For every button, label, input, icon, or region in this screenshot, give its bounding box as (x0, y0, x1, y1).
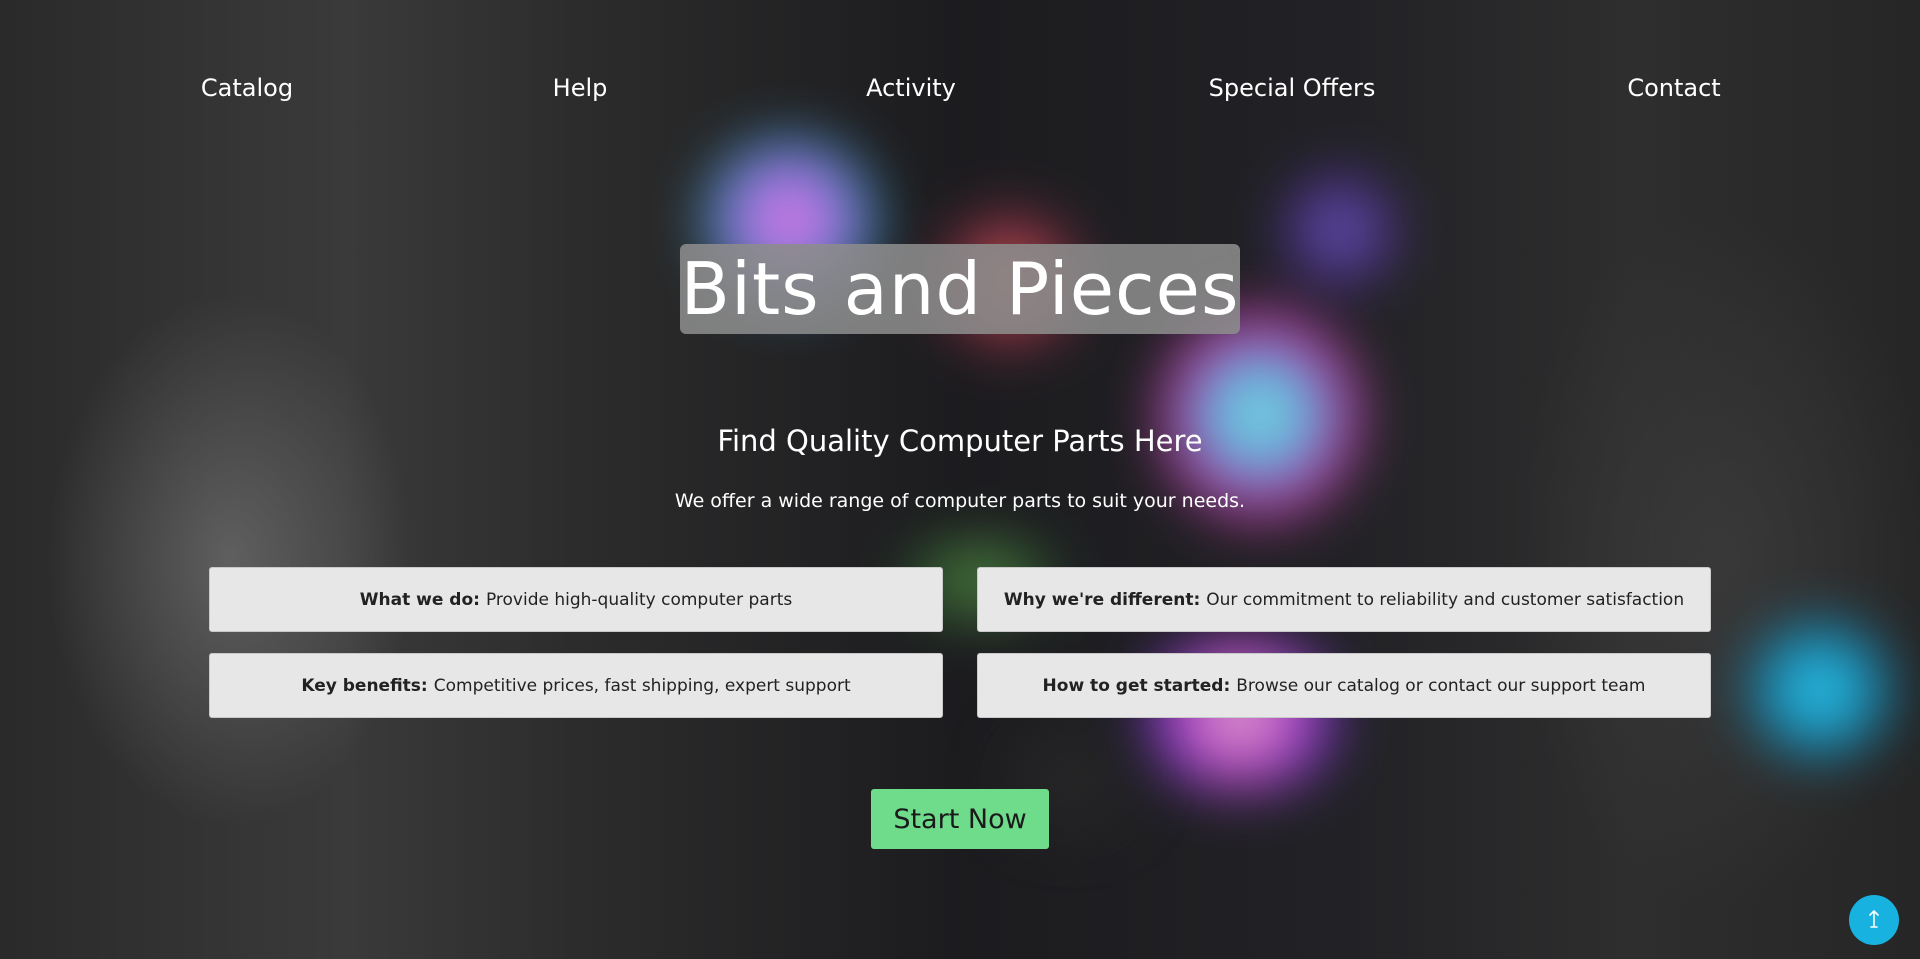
start-now-button[interactable]: Start Now (871, 789, 1049, 849)
feature-text: Browse our catalog or contact our suppor… (1236, 675, 1646, 696)
feature-card-what-we-do: What we do: Provide high-quality compute… (209, 567, 943, 632)
feature-card-key-benefits: Key benefits: Competitive prices, fast s… (209, 653, 943, 718)
arrow-up-icon (1867, 909, 1881, 932)
hero-subtitle: Find Quality Computer Parts Here (717, 424, 1203, 458)
page-title: Bits and Pieces (680, 244, 1240, 334)
background-glow (1280, 170, 1400, 290)
nav-link-contact[interactable]: Contact (1627, 68, 1720, 108)
feature-heading: Key benefits: (301, 675, 428, 696)
feature-text: Our commitment to reliability and custom… (1206, 589, 1685, 610)
feature-card-why-different: Why we're different: Our commitment to r… (977, 567, 1711, 632)
background-glow (1740, 620, 1900, 760)
nav-link-special-offers[interactable]: Special Offers (1209, 68, 1376, 108)
feature-card-get-started: How to get started: Browse our catalog o… (977, 653, 1711, 718)
nav-link-activity[interactable]: Activity (866, 68, 956, 108)
feature-text: Provide high-quality computer parts (485, 589, 793, 610)
hero-description: We offer a wide range of computer parts … (674, 490, 1246, 512)
main-navigation: Catalog Help Activity Special Offers Con… (0, 68, 1920, 108)
feature-text: Competitive prices, fast shipping, exper… (433, 675, 851, 696)
nav-link-help[interactable]: Help (553, 68, 608, 108)
nav-link-catalog[interactable]: Catalog (201, 68, 293, 108)
feature-heading: Why we're different: (1003, 589, 1201, 610)
feature-heading: How to get started: (1042, 675, 1231, 696)
back-to-top-button[interactable] (1849, 895, 1899, 945)
feature-heading: What we do: (359, 589, 480, 610)
